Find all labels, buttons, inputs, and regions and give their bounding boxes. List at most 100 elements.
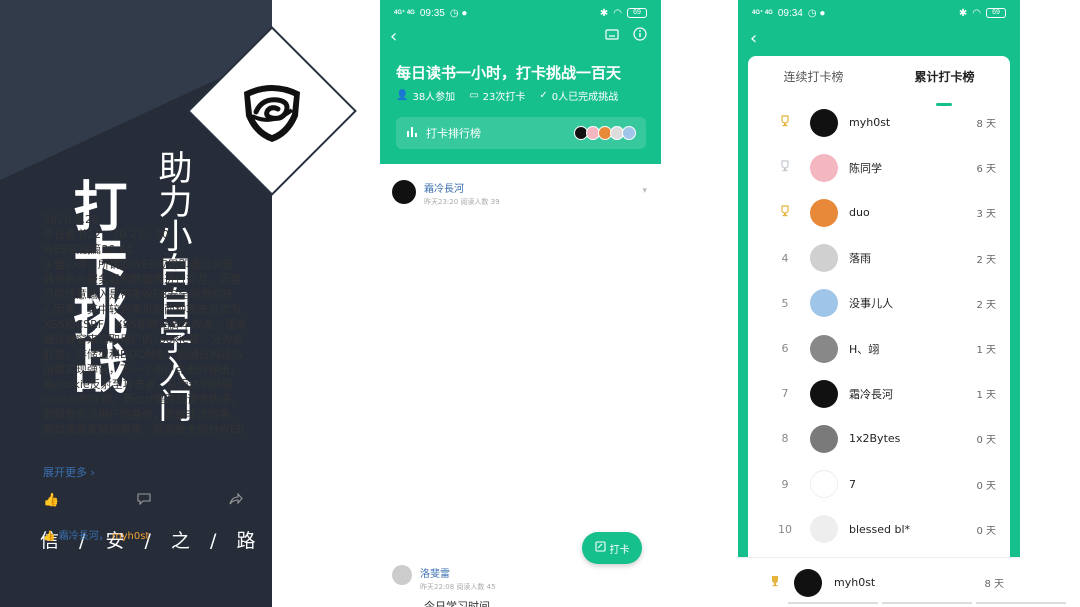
participants-count: 38人参加 <box>412 92 456 103</box>
post-preview: 今日学习时间 <box>424 600 490 607</box>
rank-number: 10 <box>778 522 792 536</box>
post-line: 例如恶意发帖刷屏等。目前绝大部分WEB <box>43 423 245 436</box>
post-line: 射型，存储型和DOOM型，即通过构造JS <box>43 348 243 361</box>
battery-icon: 69 <box>627 8 647 18</box>
avatar <box>810 289 838 318</box>
signal-indicator: 4G⁺ 4G <box>752 9 773 16</box>
info-icon[interactable] <box>633 26 647 45</box>
user-name: 落雨 <box>849 252 871 266</box>
ranking-row[interactable]: 6 H、翊 1 天 <box>748 326 1010 371</box>
chevron-down-icon[interactable]: ▾ <box>642 186 647 196</box>
notification-icons: ◷ ● <box>807 7 826 19</box>
bar-chart-icon <box>406 126 418 140</box>
ranking-row[interactable]: 5 没事儿人 2 天 <box>748 281 1010 326</box>
post-author[interactable]: 霜冷長河 <box>424 180 500 195</box>
spiral-shield-logo-icon <box>232 70 312 150</box>
my-name: myh0st <box>834 576 876 589</box>
ranking-row[interactable]: 7 霜冷長河 1 天 <box>748 371 1010 416</box>
check-circle-icon: ✓ <box>539 90 548 101</box>
bluetooth-icon: ✱ <box>958 7 968 19</box>
ranking-row[interactable]: myh0st 8 天 <box>748 100 1010 145</box>
status-bar: 4G⁺ 4G 09:35 ◷ ● ✱ ◠ 69 <box>380 0 661 26</box>
share-icon[interactable] <box>229 492 243 509</box>
battery-icon: 69 <box>986 8 1006 18</box>
tab-total[interactable]: 累计打卡榜 <box>914 68 975 106</box>
checkin-days: 8 天 <box>976 119 996 131</box>
checkin-days: 1 天 <box>976 345 996 357</box>
post-author[interactable]: 洛斐雷 <box>420 565 496 580</box>
ranking-row[interactable]: 9 7 0 天 <box>748 462 1010 507</box>
ranking-card: 连续打卡榜 累计打卡榜 myh0st 8 天陈同学 6 天 duo 3 天 4 落雨 2 天5… <box>748 56 1010 566</box>
avatar <box>810 515 838 544</box>
my-rank-bar: myh0st 8 天 <box>738 557 1066 607</box>
avatar <box>622 126 636 140</box>
avatar <box>810 424 838 453</box>
wifi-icon: ◠ <box>613 7 622 19</box>
clock: 09:34 <box>777 7 803 19</box>
post-line: 通过弹窗来窃取用户的cookie等，分为反 <box>43 333 244 346</box>
avatar[interactable] <box>392 565 412 585</box>
avatar <box>810 334 838 363</box>
trophy-icon <box>772 205 798 220</box>
user-name: 1x2Bytes <box>849 432 901 446</box>
trophy-icon <box>762 575 788 590</box>
liked-by-user[interactable]: 霜冷長河， <box>59 531 109 542</box>
checkin-button[interactable]: 打卡 <box>582 532 642 564</box>
checkin-days: 0 天 <box>976 435 996 447</box>
message-icon[interactable] <box>605 26 619 45</box>
my-days: 8 天 <box>984 579 1004 590</box>
thumbs-up-icon[interactable]: 👍 <box>43 493 59 509</box>
post-line: WEB实战篇30-61 <box>43 243 134 256</box>
post-meta: 昨天23:20 阅读人数 39 <box>424 198 500 206</box>
ranking-label: 打卡排行榜 <box>426 127 481 140</box>
rank-number: 5 <box>781 296 789 310</box>
checkin-days: 0 天 <box>976 525 996 537</box>
tab-consecutive[interactable]: 连续打卡榜 <box>783 68 843 100</box>
user-name: 没事儿人 <box>849 297 893 311</box>
rank-number: 7 <box>781 387 789 401</box>
checkin-days: 0 天 <box>976 480 996 492</box>
completed-count: 0人已完成挑战 <box>551 92 619 103</box>
ranking-row[interactable]: 8 1x2Bytes 0 天 <box>748 416 1010 461</box>
edit-icon <box>594 541 606 555</box>
comment-icon[interactable] <box>137 493 151 509</box>
rank-number: 9 <box>781 477 789 491</box>
checkin-days: 2 天 <box>976 299 996 311</box>
avatar <box>810 198 838 227</box>
user-name: myh0st <box>849 116 891 130</box>
post-line: 户的任意输入是带来WEB安全隐患的核 <box>43 288 234 301</box>
post-line: XSS和CSRF。XSS即跨站脚本攻击，通常 <box>43 318 247 331</box>
challenge-header: 4G⁺ 4G 09:35 ◷ ● ✱ ◠ 69 ‹ 每日读书一小时，打卡挑战一百… <box>380 0 661 164</box>
ranking-row[interactable]: 10 blessed bl* 0 天 <box>748 507 1010 552</box>
trophy-icon <box>772 160 798 175</box>
user-name: blessed bl* <box>849 522 911 536</box>
ranking-row[interactable]: 陈同学 6 天 <box>748 145 1010 190</box>
avatar <box>810 470 838 499</box>
liked-by-user[interactable]: myh0st <box>112 531 150 542</box>
post-actions: 👍 <box>43 492 243 509</box>
ranking-row[interactable]: 4 落雨 2 天 <box>748 236 1010 281</box>
ranking-entry[interactable]: 打卡排行榜 <box>396 117 646 149</box>
expand-more-link[interactable]: 展开更多 › <box>43 464 95 480</box>
post-line: 2020.9.28 <box>43 213 99 226</box>
post-content: 2020.9.28 今日看书22：30-23：30 WEB实战篇30-61 主要心得：… <box>43 212 263 437</box>
post-line: 主要心得：所谓的WEB应用即通过浏览 <box>43 258 234 271</box>
notification-icons: ◷ ● <box>449 7 468 19</box>
rank-number: 6 <box>781 342 789 356</box>
clock: 09:35 <box>419 7 445 19</box>
ranking-list: myh0st 8 天陈同学 6 天 duo 3 天 4 落雨 2 天 5 没事儿人 2 天 6 H、翊 1… <box>748 100 1010 552</box>
back-arrow-icon[interactable]: ‹ <box>750 28 757 49</box>
checkin-days: 3 天 <box>976 209 996 221</box>
rank-number: 8 <box>781 432 789 446</box>
participant-avatars <box>574 126 636 140</box>
post-line: 今日看书22：30-23：30 <box>43 228 169 241</box>
bluetooth-icon: ✱ <box>599 7 609 19</box>
back-arrow-icon[interactable]: ‹ <box>390 26 397 47</box>
post-line: 器对后台服务器和数据库进行交互，而用 <box>43 273 241 286</box>
checkin-days: 2 天 <box>976 254 996 266</box>
post-line: 心因素。其中较为常见的两种攻击方式为 <box>43 303 241 316</box>
avatar[interactable] <box>392 180 416 204</box>
ranking-row[interactable]: duo 3 天 <box>748 190 1010 235</box>
checkin-days: 6 天 <box>976 164 996 176</box>
user-name: H、翊 <box>849 342 880 356</box>
